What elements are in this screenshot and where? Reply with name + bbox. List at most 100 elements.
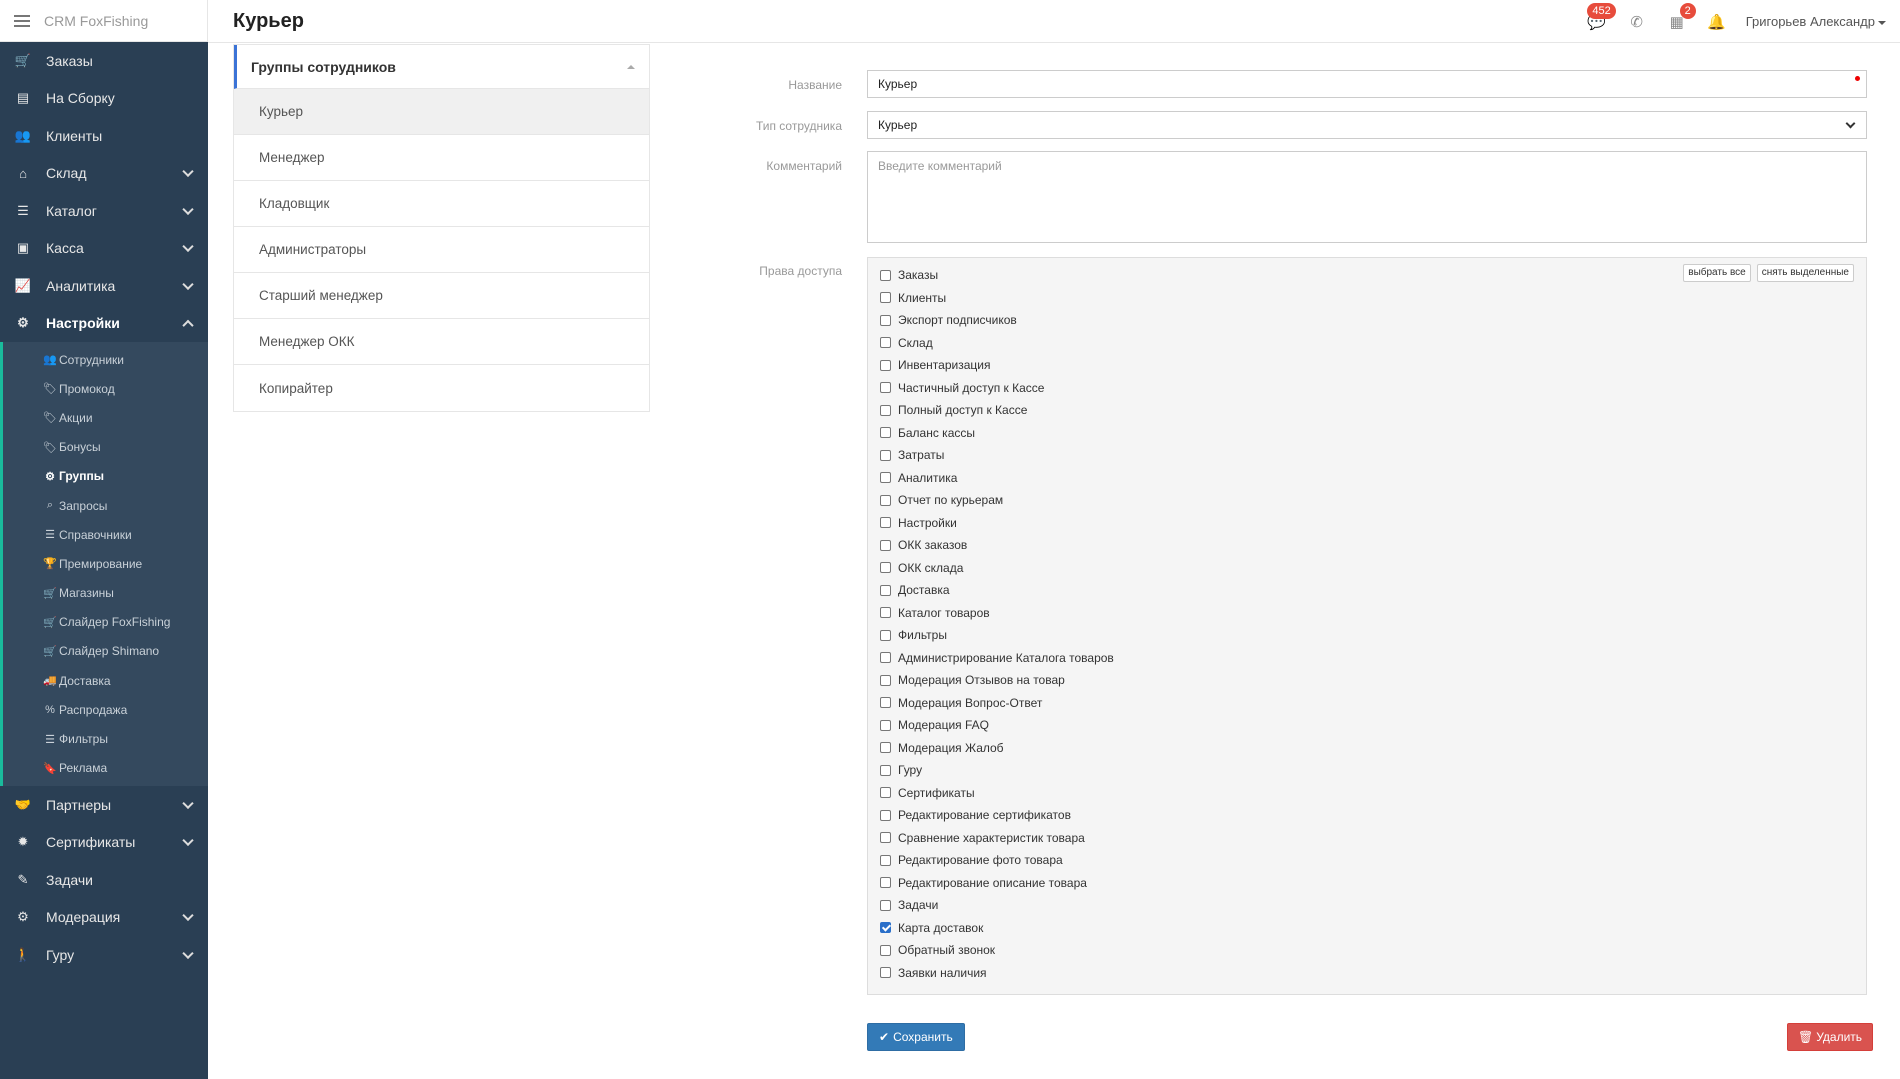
permission-checkbox[interactable] [880, 719, 891, 731]
sidebar-item-orders[interactable]: 🛒 Заказы [0, 42, 208, 80]
permission-item[interactable]: Администрирование Каталога товаров [880, 647, 1854, 670]
sidebar-item-cash[interactable]: ▣ Касса [0, 230, 208, 268]
group-item[interactable]: Курьер [234, 89, 649, 135]
permission-item[interactable]: Каталог товаров [880, 602, 1854, 625]
comment-textarea[interactable]: Введите комментарий [867, 151, 1867, 243]
group-item[interactable]: Администраторы [234, 227, 649, 273]
sidebar-item-guru[interactable]: 🚶 Гуру [0, 936, 208, 974]
permission-item[interactable]: Модерация FAQ [880, 714, 1854, 737]
deselect-button[interactable]: снять выделенные [1756, 264, 1854, 282]
permission-item[interactable]: Редактирование описание товара [880, 872, 1854, 895]
permission-checkbox[interactable] [880, 562, 891, 574]
submenu-item-bonus-award[interactable]: 🏆 Премирование [3, 549, 208, 578]
sidebar-item-partners[interactable]: 🤝 Партнеры [0, 786, 208, 824]
permission-item[interactable]: Склад [880, 332, 1854, 355]
group-item[interactable]: Менеджер ОКК [234, 319, 649, 365]
permission-item[interactable]: Инвентаризация [880, 354, 1854, 377]
group-item[interactable]: Кладовщик [234, 181, 649, 227]
sidebar-item-tasks[interactable]: ✎ Задачи [0, 861, 208, 899]
permission-checkbox[interactable] [880, 607, 891, 619]
permission-checkbox[interactable] [880, 269, 891, 281]
permission-item[interactable]: Настройки [880, 512, 1854, 535]
submenu-item-sale[interactable]: % Распродажа [3, 695, 208, 724]
permission-checkbox[interactable] [880, 742, 891, 754]
submenu-item-slider-foxfishing[interactable]: 🛒 Слайдер FoxFishing [3, 608, 208, 637]
phone-icon[interactable]: ✆ [1626, 11, 1648, 33]
permission-item[interactable]: Клиенты [880, 287, 1854, 310]
sidebar-item-warehouse[interactable]: ⌂ Склад [0, 155, 208, 193]
permission-checkbox[interactable] [880, 877, 891, 889]
messages-icon[interactable]: 💬 452 [1586, 2, 1616, 33]
permission-checkbox[interactable] [880, 517, 891, 529]
groups-panel-header[interactable]: Группы сотрудников [234, 45, 649, 89]
permission-item[interactable]: Обратный звонок [880, 939, 1854, 962]
submenu-item-references[interactable]: ☰ Справочники [3, 520, 208, 549]
permission-checkbox[interactable] [880, 359, 891, 371]
permission-item[interactable]: Редактирование сертификатов [880, 804, 1854, 827]
permission-checkbox[interactable] [880, 337, 891, 349]
permission-checkbox[interactable] [880, 584, 891, 596]
sidebar-item-settings[interactable]: ⚙ Настройки [0, 305, 208, 343]
permission-item[interactable]: Модерация Отзывов на товар [880, 669, 1854, 692]
sidebar-item-certificates[interactable]: ✹ Сертификаты [0, 823, 208, 861]
permission-checkbox[interactable] [880, 944, 891, 956]
permission-checkbox[interactable] [880, 899, 891, 911]
permission-checkbox[interactable] [880, 472, 891, 484]
submenu-item-shops[interactable]: 🛒 Магазины [3, 579, 208, 608]
permission-checkbox[interactable] [880, 652, 891, 664]
permission-item[interactable]: ОКК склада [880, 557, 1854, 580]
name-input[interactable]: Курьер [867, 70, 1867, 98]
select-all-button[interactable]: выбрать все [1683, 264, 1751, 282]
permission-item[interactable]: Карта доставок [880, 917, 1854, 940]
permission-item[interactable]: ОКК заказов [880, 534, 1854, 557]
permission-item[interactable]: Аналитика [880, 467, 1854, 490]
permission-checkbox[interactable] [880, 854, 891, 866]
permission-checkbox[interactable] [880, 922, 891, 934]
permission-checkbox[interactable] [880, 404, 891, 416]
sidebar-item-analytics[interactable]: 📈 Аналитика [0, 267, 208, 305]
submenu-item-requests[interactable]: ⌕ Запросы [3, 491, 208, 520]
sidebar-item-catalog[interactable]: ☰ Каталог [0, 192, 208, 230]
permission-item[interactable]: Доставка [880, 579, 1854, 602]
submenu-item-ads[interactable]: 🔖 Реклама [3, 754, 208, 783]
submenu-item-promo[interactable]: 🏷 Промокод [3, 374, 208, 403]
permission-item[interactable]: Модерация Жалоб [880, 737, 1854, 760]
permission-item[interactable]: Затраты [880, 444, 1854, 467]
calendar-icon[interactable]: ▦ 2 [1666, 2, 1696, 33]
permission-checkbox[interactable] [880, 697, 891, 709]
permission-item[interactable]: Отчет по курьерам [880, 489, 1854, 512]
permission-checkbox[interactable] [880, 674, 891, 686]
bell-icon[interactable]: 🔔 [1706, 11, 1728, 33]
permission-checkbox[interactable] [880, 764, 891, 776]
permission-checkbox[interactable] [880, 494, 891, 506]
permission-item[interactable]: Заявки наличия [880, 962, 1854, 985]
permission-checkbox[interactable] [880, 314, 891, 326]
permission-checkbox[interactable] [880, 967, 891, 979]
sidebar-item-clients[interactable]: 👥 Клиенты [0, 117, 208, 155]
permission-item[interactable]: Модерация Вопрос-Ответ [880, 692, 1854, 715]
permission-checkbox[interactable] [880, 382, 891, 394]
hamburger-icon[interactable] [14, 14, 30, 27]
permission-item[interactable]: Задачи [880, 894, 1854, 917]
permission-item[interactable]: Баланс кассы [880, 422, 1854, 445]
permission-checkbox[interactable] [880, 292, 891, 304]
save-button[interactable]: ✔ Сохранить [867, 1023, 965, 1051]
group-item[interactable]: Менеджер [234, 135, 649, 181]
permission-checkbox[interactable] [880, 629, 891, 641]
permission-item[interactable]: Редактирование фото товара [880, 849, 1854, 872]
permission-item[interactable]: Фильтры [880, 624, 1854, 647]
sidebar-item-moderation[interactable]: ⚙ Модерация [0, 898, 208, 936]
permission-item[interactable]: Экспорт подписчиков [880, 309, 1854, 332]
permission-item[interactable]: Сертификаты [880, 782, 1854, 805]
permission-checkbox[interactable] [880, 427, 891, 439]
permission-checkbox[interactable] [880, 539, 891, 551]
submenu-item-employees[interactable]: 👥 Сотрудники [3, 345, 208, 374]
permission-item[interactable]: Гуру [880, 759, 1854, 782]
submenu-item-actions[interactable]: 🏷 Акции [3, 403, 208, 432]
sidebar-item-assembly[interactable]: ▤ На Сборку [0, 80, 208, 118]
user-menu[interactable]: Григорьев Александр [1746, 14, 1900, 29]
permission-item[interactable]: Сравнение характеристик товара [880, 827, 1854, 850]
delete-button[interactable]: 🗑 Удалить [1787, 1023, 1874, 1051]
group-item[interactable]: Копирайтер [234, 365, 649, 411]
permission-checkbox[interactable] [880, 809, 891, 821]
